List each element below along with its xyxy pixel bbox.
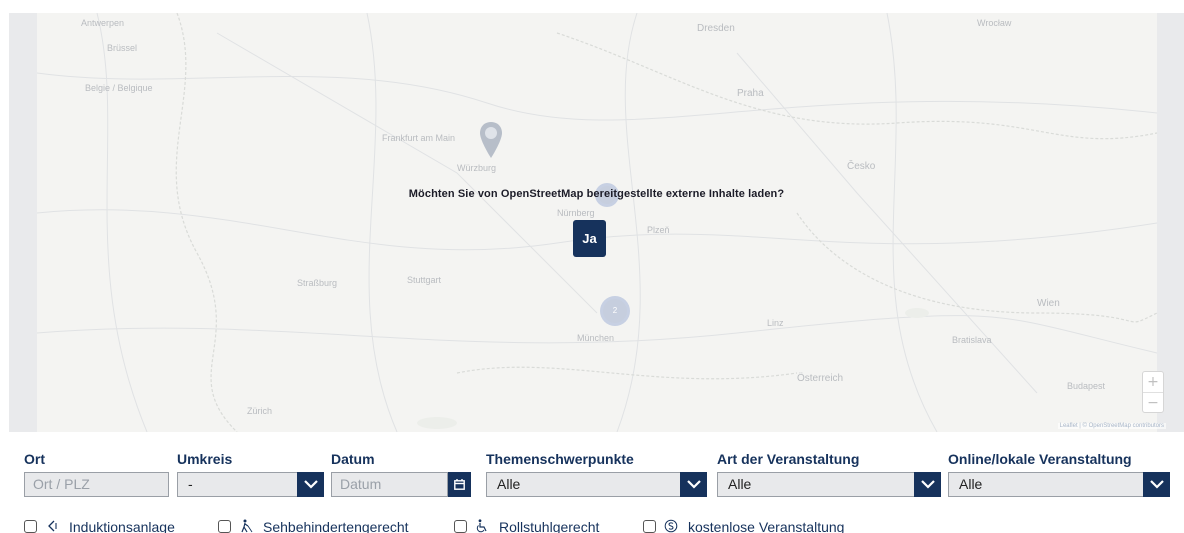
online-select[interactable]: Alle [948,472,1170,497]
chevron-down-icon[interactable] [297,472,324,497]
art-label: Art der Veranstaltung [717,451,860,467]
ort-field: Ort Ort / PLZ [24,450,169,497]
map-container[interactable]: Antwerpen Brüssel Belgie / Belgique Fran… [9,13,1184,432]
zoom-control: + − [1142,371,1164,413]
chevron-down-icon[interactable] [1143,472,1170,497]
online-value: Alle [959,476,983,492]
map-attribution[interactable]: Leaflet | © OpenStreetMap contributors [1057,423,1166,429]
themen-select[interactable]: Alle [486,472,707,497]
ort-label: Ort [24,451,45,467]
free-icon [664,519,678,533]
checkbox[interactable] [643,520,656,533]
calendar-button[interactable] [448,472,471,497]
load-map-button[interactable]: Ja [573,220,606,257]
checkbox-rollstuhlgerecht[interactable]: Rollstuhlgerecht [454,518,624,533]
checkbox-label: Induktionsanlage [69,519,175,533]
checkbox-induktionsanlage[interactable]: Induktionsanlage [24,518,184,533]
umkreis-field: Umkreis - [177,450,324,497]
chevron-down-icon[interactable] [914,472,941,497]
themen-label: Themenschwerpunkte [486,451,634,467]
umkreis-select[interactable]: - [177,472,324,497]
checkbox-label: Sehbehindertengerecht [263,519,409,533]
checkbox[interactable] [218,520,231,533]
art-select[interactable]: Alle [717,472,941,497]
online-label: Online/lokale Veranstaltung [948,451,1132,467]
themen-field: Themenschwerpunkte Alle [486,450,707,497]
zoom-in-button[interactable]: + [1143,372,1163,392]
chevron-down-icon[interactable] [680,472,707,497]
checkbox-label: kostenlose Veranstaltung [688,519,845,533]
map-consent-overlay: Möchten Sie von OpenStreetMap bereitgest… [9,13,1184,432]
hearing-loop-icon [48,520,57,532]
page: Antwerpen Brüssel Belgie / Belgique Fran… [0,0,1184,533]
checkbox-kostenlose-veranstaltung[interactable]: kostenlose Veranstaltung [643,518,883,533]
checkbox-label: Rollstuhlgerecht [499,519,600,533]
calendar-icon [454,479,465,490]
themen-value: Alle [497,476,521,492]
zoom-out-button[interactable]: − [1143,392,1163,412]
filter-bar: Ort Ort / PLZ Umkreis - Datum Datum Them… [0,432,1184,533]
datum-input[interactable]: Datum [331,472,448,497]
visually-impaired-icon [241,519,253,533]
datum-label: Datum [331,451,375,467]
map-consent-text: Möchten Sie von OpenStreetMap bereitgest… [408,188,785,200]
checkbox[interactable] [24,520,37,533]
wheelchair-icon [476,519,487,533]
checkbox[interactable] [454,520,467,533]
online-field: Online/lokale Veranstaltung Alle [948,450,1170,497]
datum-picker: Datum [331,472,471,497]
umkreis-label: Umkreis [177,451,233,467]
ort-input[interactable]: Ort / PLZ [24,472,169,497]
art-value: Alle [728,476,752,492]
checkbox-sehbehindertengerecht[interactable]: Sehbehindertengerecht [218,518,418,533]
umkreis-value: - [188,476,193,492]
datum-field: Datum Datum [331,450,471,497]
art-field: Art der Veranstaltung Alle [717,450,941,497]
